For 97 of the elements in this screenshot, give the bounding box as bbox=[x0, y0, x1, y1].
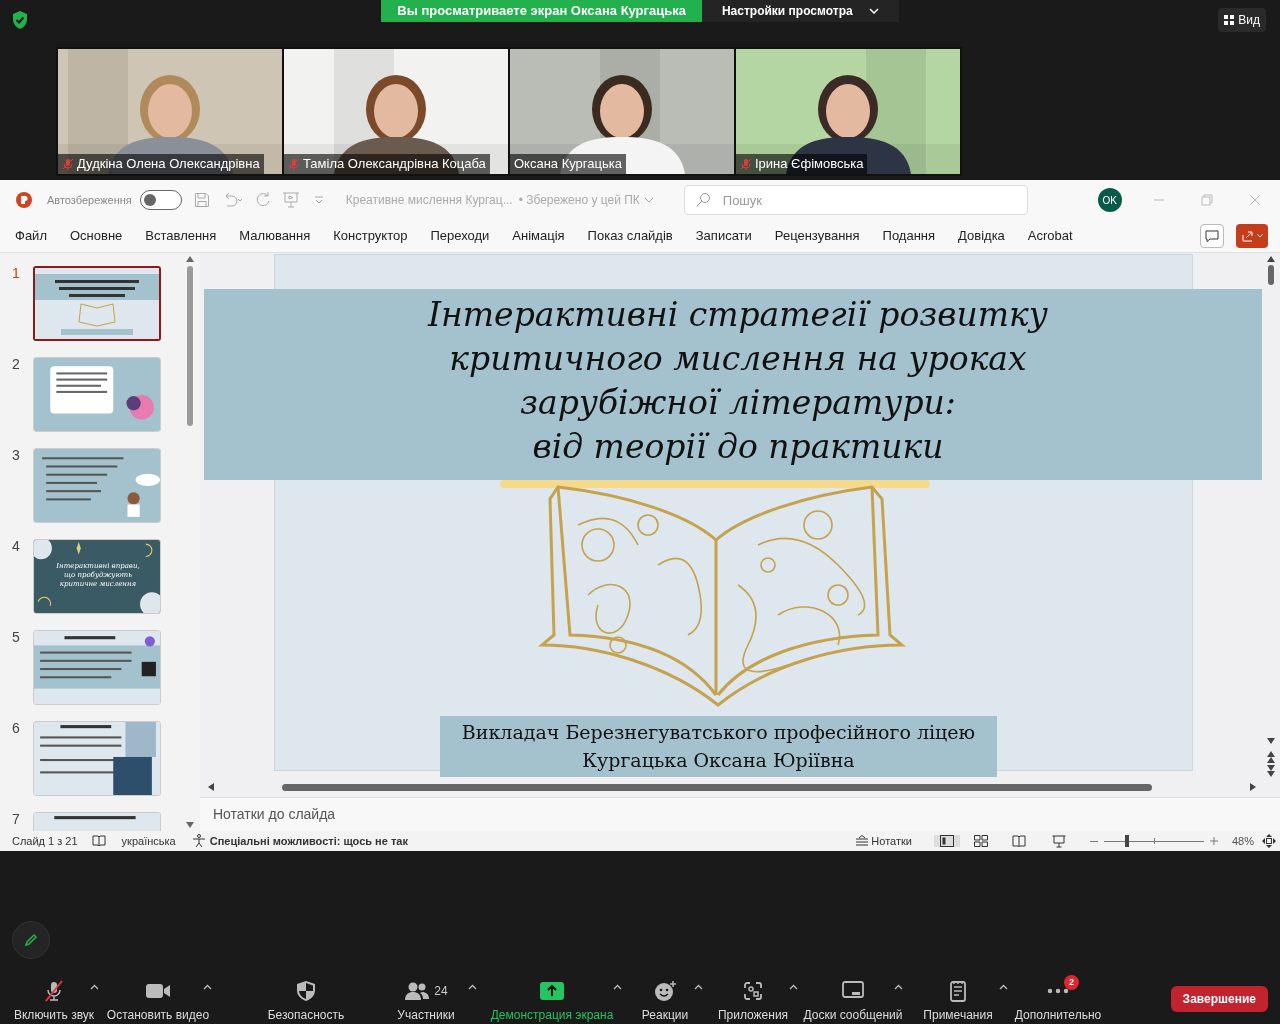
ribbon-tab[interactable]: Подання bbox=[882, 226, 936, 246]
slide-number: 6 bbox=[11, 721, 21, 735]
sharing-banner: Вы просматриваете экран Оксана Кургацька bbox=[381, 0, 702, 22]
scroll-up-icon[interactable] bbox=[1267, 256, 1275, 262]
book-icon[interactable] bbox=[91, 835, 106, 847]
caret-icon[interactable] bbox=[789, 984, 798, 990]
slide-caption: Викладач Березнегуватського професійного ліцею Кургацька Оксана Юріївна bbox=[440, 716, 997, 777]
muted-microphone-icon bbox=[43, 980, 65, 1002]
notes-button[interactable]: Нотатки bbox=[855, 832, 912, 850]
annotate-button[interactable] bbox=[12, 921, 50, 959]
caret-icon[interactable] bbox=[613, 984, 622, 990]
video-tile[interactable]: Таміла Олександрівна Коцаба bbox=[284, 49, 508, 174]
ribbon-tab[interactable]: Acrobat bbox=[1027, 226, 1073, 246]
share-icon bbox=[1241, 230, 1254, 242]
comment-icon bbox=[1205, 230, 1219, 242]
reading-view-icon[interactable] bbox=[1011, 835, 1026, 847]
participant-name: Ірина Єфімовська bbox=[755, 155, 864, 174]
slide-title: Інтерактивні стратегії розвитку критичного мислення на уроках зарубіжної літератури: від теорії до практики bbox=[428, 294, 1048, 468]
ribbon-tab[interactable]: Переходи bbox=[430, 226, 490, 246]
monitor-icon bbox=[842, 981, 864, 1001]
slide-number: 1 bbox=[11, 266, 21, 280]
ribbon-tab[interactable]: Файл bbox=[15, 226, 47, 246]
end-button[interactable]: Завершение bbox=[1170, 986, 1268, 1012]
search-field[interactable]: Пошук bbox=[683, 185, 1028, 215]
view-settings-button[interactable]: Настройки просмотра bbox=[701, 0, 899, 22]
slide-number: 5 bbox=[11, 630, 21, 644]
more-icon bbox=[1047, 988, 1069, 994]
fit-slide-icon[interactable] bbox=[1262, 834, 1276, 848]
video-tile[interactable]: Оксана Кургацька bbox=[510, 49, 734, 174]
notes-icon bbox=[855, 835, 870, 847]
page-arrows-icon[interactable] bbox=[1266, 750, 1276, 778]
view-button[interactable]: Вид bbox=[1218, 8, 1266, 32]
share-screen-icon bbox=[540, 982, 564, 1000]
share-button[interactable] bbox=[1236, 224, 1268, 248]
scroll-left-icon[interactable] bbox=[208, 783, 214, 791]
scroll-down-icon[interactable] bbox=[1267, 738, 1275, 744]
ribbon-tab[interactable]: Записати bbox=[695, 226, 752, 246]
language-label[interactable]: українська bbox=[121, 832, 176, 850]
caret-icon[interactable] bbox=[468, 984, 477, 990]
slideshow-icon[interactable] bbox=[1051, 834, 1066, 848]
grid-icon[interactable] bbox=[1224, 15, 1235, 25]
apps-icon bbox=[743, 981, 763, 1001]
comments-button[interactable] bbox=[1200, 224, 1224, 248]
ribbon-tab[interactable]: Показ слайдів bbox=[587, 226, 673, 246]
zoom-slider[interactable] bbox=[1103, 835, 1204, 847]
scroll-up-icon[interactable] bbox=[186, 256, 194, 262]
shield-icon bbox=[296, 980, 316, 1002]
accessibility-status[interactable]: Спеціальні можливості: щось не так bbox=[209, 832, 408, 850]
ribbon-tab[interactable]: Анімація bbox=[512, 226, 565, 246]
normal-view-icon[interactable] bbox=[933, 835, 960, 847]
accessibility-icon[interactable] bbox=[191, 834, 206, 848]
ribbon-tab[interactable]: Вставлення bbox=[145, 226, 217, 246]
scrollbar-thumb[interactable] bbox=[187, 266, 193, 426]
caret-icon[interactable] bbox=[999, 984, 1008, 990]
slide-number: 4 bbox=[11, 539, 21, 553]
slide-thumbnail[interactable] bbox=[33, 266, 161, 341]
caret-icon[interactable] bbox=[203, 984, 212, 990]
notepad-icon bbox=[949, 980, 967, 1002]
notes-placeholder[interactable]: Нотатки до слайда bbox=[213, 804, 336, 825]
video-tile[interactable]: Дудкіна Олена Олександрівна bbox=[58, 49, 282, 174]
scrollbar-thumb[interactable] bbox=[1268, 265, 1274, 285]
autosave-label: Автозбереження bbox=[47, 192, 132, 208]
caret-icon bbox=[1256, 234, 1263, 238]
grid-view-icon[interactable] bbox=[973, 835, 988, 847]
scroll-down-icon[interactable] bbox=[186, 822, 194, 828]
user-avatar[interactable]: OK bbox=[1097, 188, 1122, 212]
scrollbar-thumb[interactable] bbox=[282, 783, 1152, 791]
shield-icon[interactable] bbox=[12, 11, 28, 29]
camera-icon bbox=[145, 982, 171, 1000]
caret-icon[interactable] bbox=[90, 984, 99, 990]
ribbon-tab[interactable]: Основне bbox=[69, 226, 123, 246]
caret-icon[interactable] bbox=[694, 984, 703, 990]
slide-number: 2 bbox=[11, 357, 21, 371]
participant-name: Дудкіна Олена Олександрівна bbox=[77, 155, 260, 174]
participant-name: Оксана Кургацька bbox=[514, 155, 622, 174]
powerpoint-logo-icon bbox=[16, 192, 32, 208]
autosave-toggle[interactable] bbox=[139, 190, 182, 210]
participant-name: Таміла Олександрівна Коцаба bbox=[303, 155, 486, 174]
caret-icon[interactable] bbox=[894, 984, 903, 990]
slide-number: 3 bbox=[11, 448, 21, 462]
zoom-in-icon[interactable] bbox=[1209, 837, 1218, 845]
people-icon bbox=[404, 981, 431, 1001]
smiley-icon bbox=[654, 980, 676, 1002]
video-tile[interactable]: Ірина Єфімовська bbox=[736, 49, 960, 174]
toolbar-button[interactable]: Безопасность bbox=[242, 978, 370, 1024]
pencil-icon bbox=[24, 933, 38, 947]
ribbon-tab[interactable]: Довідка bbox=[958, 226, 1005, 246]
ribbon-tab[interactable]: Малювання bbox=[239, 226, 311, 246]
participant-count: 24 bbox=[434, 983, 448, 1000]
search-icon bbox=[694, 192, 711, 208]
slide-count: Слайд 1 з 21 bbox=[12, 833, 78, 849]
slide-number: 7 bbox=[11, 812, 21, 826]
scroll-right-icon[interactable] bbox=[1250, 783, 1256, 791]
ribbon-tab[interactable]: Конструктор bbox=[333, 226, 408, 246]
notification-badge: 2 bbox=[1064, 975, 1079, 990]
zoom-level[interactable]: 48% bbox=[1231, 832, 1254, 850]
ribbon-tab[interactable]: Рецензування bbox=[774, 226, 860, 246]
